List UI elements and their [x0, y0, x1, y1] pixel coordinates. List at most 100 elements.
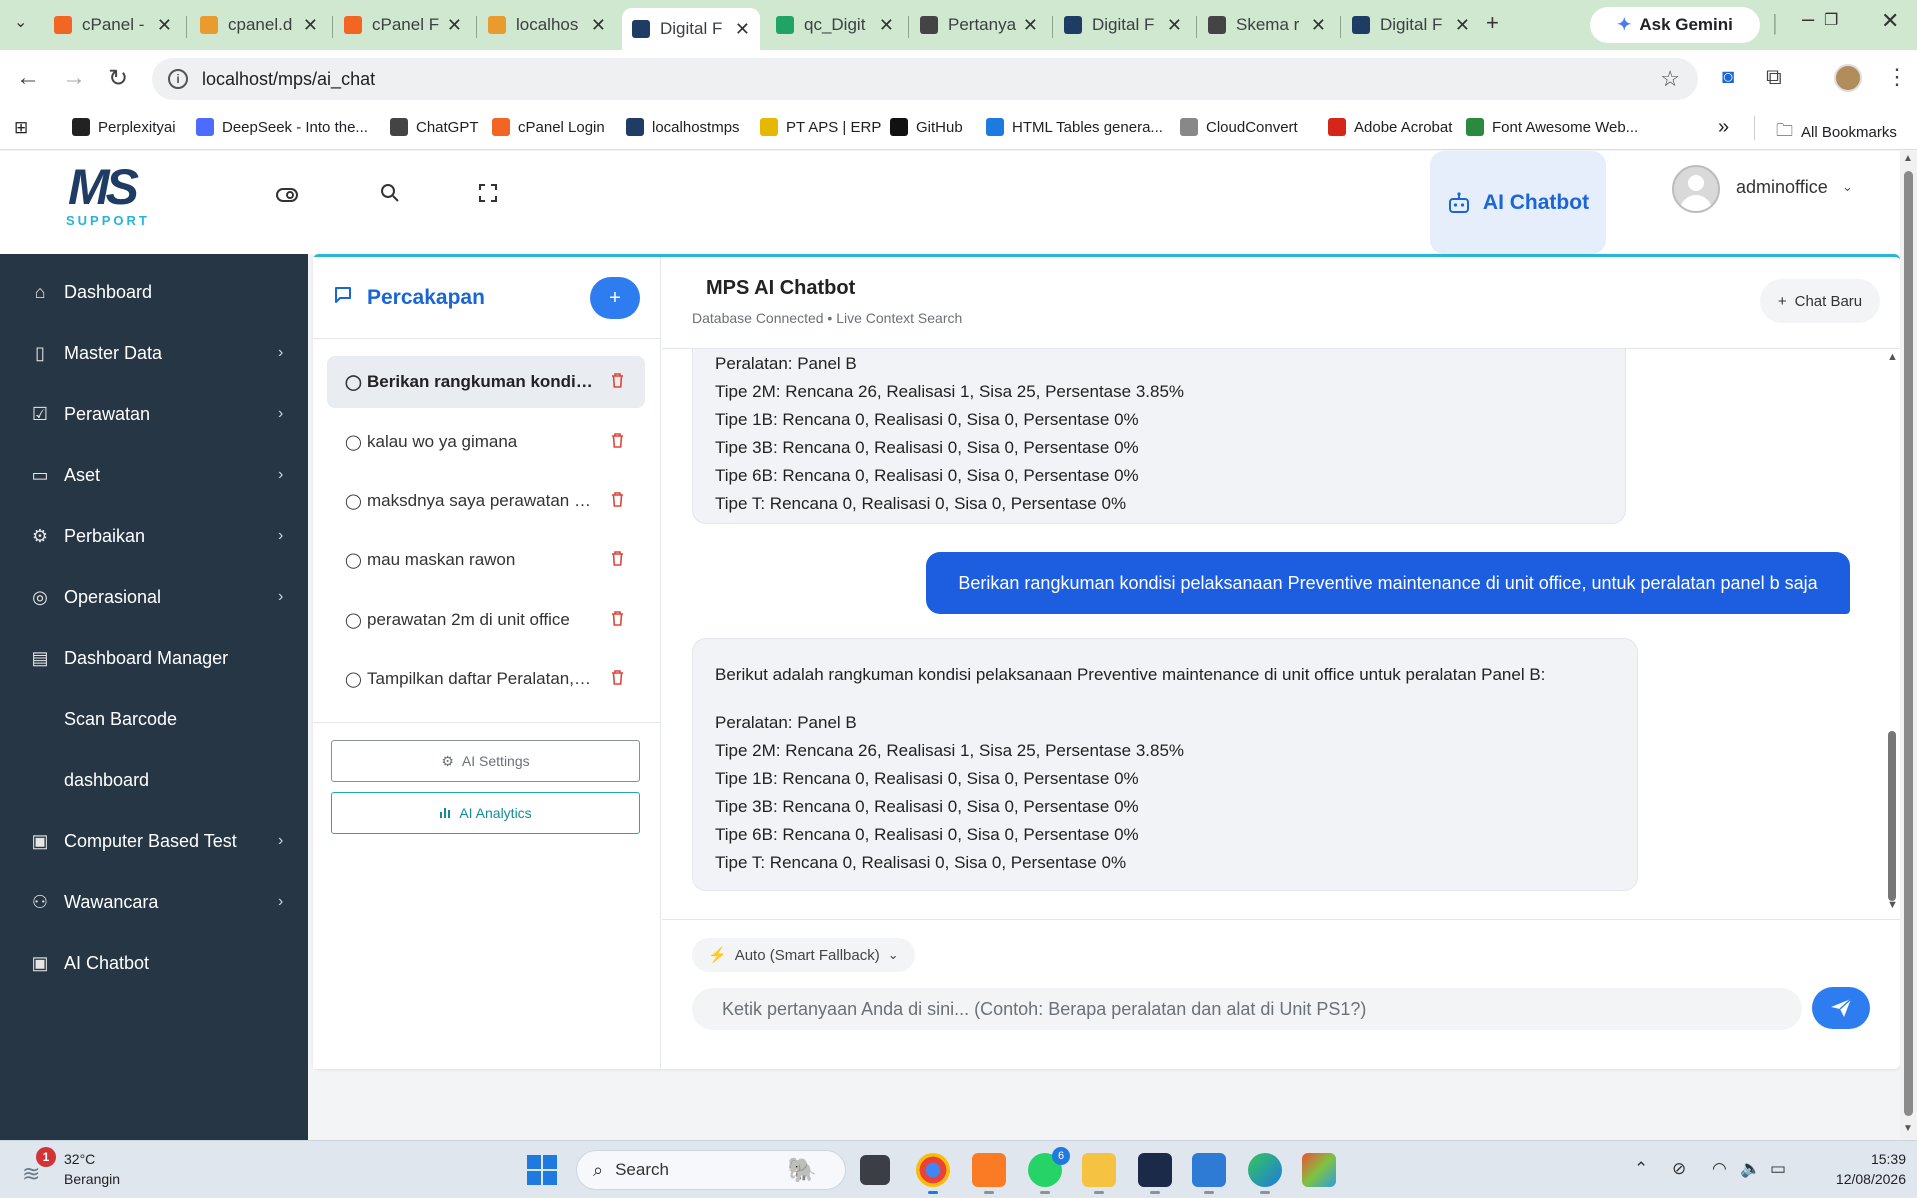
- close-tab-icon[interactable]: ✕: [735, 19, 750, 40]
- browser-tab[interactable]: Pertanya ✕: [910, 8, 1048, 42]
- browser-tab[interactable]: qc_Digit ✕: [766, 8, 904, 42]
- close-tab-icon[interactable]: ✕: [1311, 15, 1326, 36]
- trash-icon[interactable]: [611, 432, 624, 452]
- ai-settings-button[interactable]: ⚙ AI Settings: [331, 740, 640, 782]
- close-tab-icon[interactable]: ✕: [591, 15, 606, 36]
- sidebar-item[interactable]: ◎ Operasional ›: [0, 577, 308, 617]
- toggle-sidebar-icon[interactable]: [276, 183, 298, 209]
- conversation-item[interactable]: ◯ Tampilkan daftar Peralatan, dan alat di…: [327, 653, 645, 705]
- profile-avatar-icon[interactable]: [1834, 64, 1862, 92]
- page-scroll-down-icon[interactable]: ▼: [1903, 1123, 1913, 1134]
- close-tab-icon[interactable]: ✕: [157, 15, 172, 36]
- scroll-down-icon[interactable]: ▼: [1887, 899, 1898, 911]
- extensions-icon[interactable]: ⧉: [1766, 64, 1782, 90]
- add-conversation-button[interactable]: +: [590, 277, 640, 319]
- bookmark-item[interactable]: cPanel Login: [492, 118, 605, 136]
- bookmark-item[interactable]: Font Awesome Web...: [1466, 118, 1638, 136]
- site-info-icon[interactable]: i: [168, 69, 188, 89]
- forward-arrow-icon[interactable]: →: [62, 64, 86, 92]
- trash-icon[interactable]: [611, 491, 624, 511]
- user-avatar[interactable]: [1672, 165, 1720, 213]
- weather-widget[interactable]: ≋ 1 32°C Berangin: [22, 1147, 142, 1193]
- chrome-app-icon[interactable]: [916, 1153, 950, 1194]
- trash-icon[interactable]: [611, 372, 624, 392]
- bookmark-item[interactable]: DeepSeek - Into the...: [196, 118, 368, 136]
- minimize-icon[interactable]: –: [1802, 6, 1814, 32]
- trash-icon[interactable]: [611, 669, 624, 689]
- username[interactable]: adminoffice: [1736, 177, 1828, 198]
- restore-icon[interactable]: ❐: [1824, 10, 1838, 30]
- browser-tab[interactable]: localhos ✕: [478, 8, 616, 42]
- model-selector[interactable]: ⚡ Auto (Smart Fallback) ⌄: [692, 938, 915, 972]
- sidebar-item[interactable]: ☑ Perawatan ›: [0, 394, 308, 434]
- bookmark-item[interactable]: Adobe Acrobat: [1328, 118, 1452, 136]
- sidebar-item[interactable]: ▤ Dashboard Manager: [0, 638, 308, 678]
- show-hidden-icons-chevron[interactable]: ⌃: [1634, 1159, 1648, 1179]
- bookmark-item[interactable]: Perplexityai: [72, 118, 176, 136]
- tab-search-chevron-icon[interactable]: ⌄: [14, 12, 27, 32]
- conversation-item[interactable]: ◯ mau maskan rawon: [327, 534, 645, 586]
- taskbar-search[interactable]: ⌕ Search 🐘: [576, 1150, 846, 1190]
- bookmark-item[interactable]: GitHub: [890, 118, 963, 136]
- bookmark-star-icon[interactable]: ☆: [1660, 66, 1680, 92]
- back-arrow-icon[interactable]: ←: [16, 64, 40, 92]
- trash-icon[interactable]: [611, 610, 624, 630]
- browser-menu-icon[interactable]: ⋮: [1886, 64, 1908, 90]
- search-icon[interactable]: [380, 183, 400, 209]
- chat-input[interactable]: [692, 988, 1802, 1030]
- browser-tab[interactable]: Digital F ✕: [1342, 8, 1480, 42]
- sidebar-item[interactable]: ▣ Computer Based Test ›: [0, 821, 308, 861]
- close-tab-icon[interactable]: ✕: [1455, 15, 1470, 36]
- bookmark-item[interactable]: HTML Tables genera...: [986, 118, 1163, 136]
- new-tab-icon[interactable]: +: [1486, 10, 1499, 36]
- start-button[interactable]: [527, 1155, 557, 1185]
- browser-tab[interactable]: cpanel.d ✕: [190, 8, 328, 42]
- edge-app-icon[interactable]: [1248, 1153, 1282, 1194]
- system-clock[interactable]: 15:39 12/08/2026: [1806, 1149, 1906, 1189]
- notepad-app-icon[interactable]: [1192, 1153, 1226, 1194]
- conversation-item[interactable]: ◯ maksdnya saya perawatan yang di unit of…: [327, 475, 645, 527]
- sidebar-item[interactable]: ⚇ Wawancara ›: [0, 882, 308, 922]
- conversation-item[interactable]: ◯ perawatan 2m di unit office: [327, 594, 645, 646]
- conversation-item[interactable]: ◯ Berikan rangkuman kondisi pelaksanaan P…: [327, 356, 645, 408]
- close-window-icon[interactable]: ✕: [1881, 8, 1899, 34]
- arduino-app-icon[interactable]: [1138, 1153, 1172, 1194]
- user-menu-chevron-icon[interactable]: ⌄: [1842, 179, 1853, 195]
- git-app-icon[interactable]: [1302, 1153, 1336, 1187]
- battery-icon[interactable]: ▭: [1770, 1159, 1786, 1179]
- scrollbar-thumb[interactable]: [1888, 731, 1896, 901]
- apps-grid-icon[interactable]: ⊞: [14, 118, 28, 138]
- volume-icon[interactable]: 🔈: [1740, 1159, 1761, 1179]
- sidebar-item[interactable]: ▣ AI Chatbot: [0, 943, 308, 983]
- browser-tab[interactable]: cPanel - ✕: [44, 8, 182, 42]
- trash-icon[interactable]: [611, 550, 624, 570]
- sidebar-item[interactable]: Scan Barcode: [0, 699, 308, 739]
- ai-chatbot-header-button[interactable]: AI Chatbot: [1430, 151, 1606, 254]
- sidebar-item[interactable]: ▭ Aset ›: [0, 455, 308, 495]
- reload-icon[interactable]: ↻: [108, 64, 128, 93]
- browser-tab[interactable]: Digital F ✕: [622, 8, 760, 50]
- send-button[interactable]: [1812, 987, 1870, 1029]
- wifi-icon[interactable]: ◠: [1712, 1159, 1727, 1179]
- ask-gemini-button[interactable]: ✦ Ask Gemini: [1590, 7, 1760, 43]
- screen-capture-icon[interactable]: ◙: [1722, 66, 1734, 89]
- xampp-app-icon[interactable]: [972, 1153, 1006, 1194]
- conversation-item[interactable]: ◯ kalau wo ya gimana: [327, 416, 645, 468]
- bookmark-item[interactable]: ChatGPT: [390, 118, 479, 136]
- new-chat-button[interactable]: + Chat Baru: [1760, 279, 1880, 323]
- file-explorer-icon[interactable]: [1082, 1153, 1116, 1194]
- bookmark-item[interactable]: CloudConvert: [1180, 118, 1298, 136]
- bookmark-item[interactable]: PT APS | ERP: [760, 118, 881, 136]
- browser-tab[interactable]: Digital F ✕: [1054, 8, 1192, 42]
- more-bookmarks-icon[interactable]: »: [1718, 116, 1729, 139]
- close-tab-icon[interactable]: ✕: [1167, 15, 1182, 36]
- browser-tab[interactable]: Skema r ✕: [1198, 8, 1336, 42]
- app-logo[interactable]: MS SUPPORT: [62, 159, 168, 228]
- sidebar-item[interactable]: ⚙ Perbaikan ›: [0, 516, 308, 556]
- ai-analytics-button[interactable]: AI Analytics: [331, 792, 640, 834]
- address-bar[interactable]: i localhost/mps/ai_chat ☆: [152, 58, 1698, 100]
- scroll-up-icon[interactable]: ▲: [1887, 351, 1898, 363]
- close-tab-icon[interactable]: ✕: [303, 15, 318, 36]
- browser-tab[interactable]: cPanel F ✕: [334, 8, 472, 42]
- message-scrollbar[interactable]: ▲ ▼: [1886, 351, 1898, 919]
